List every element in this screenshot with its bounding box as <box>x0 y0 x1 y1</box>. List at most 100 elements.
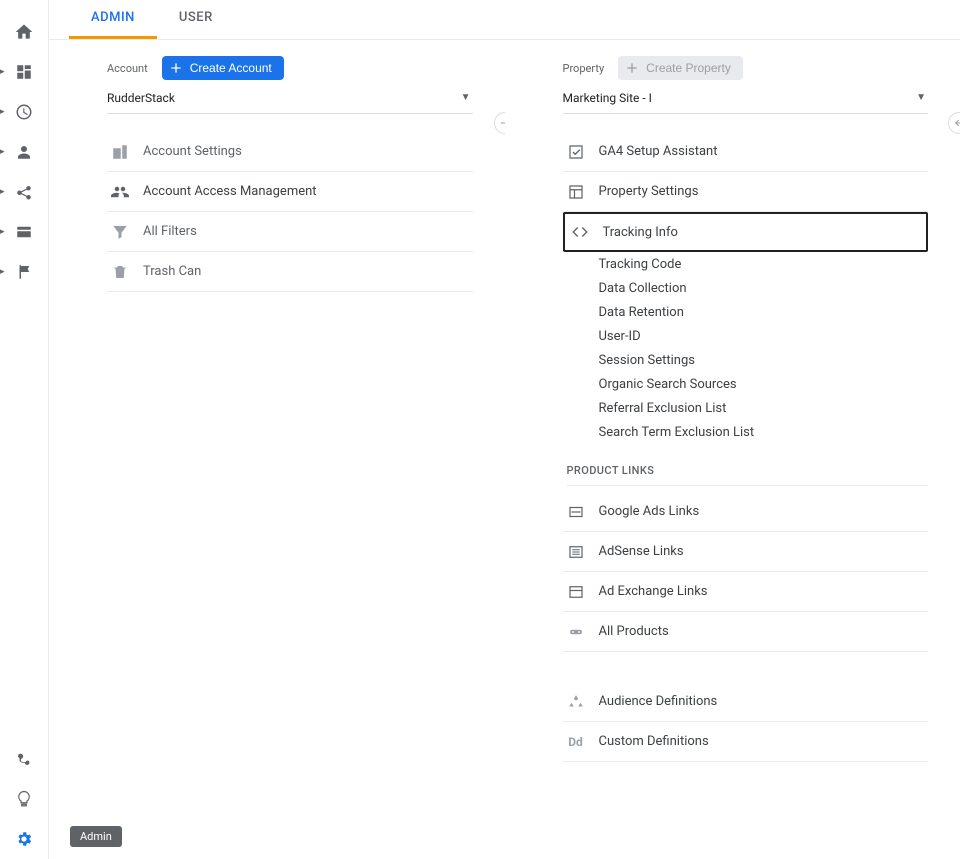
left-nav: ▸ ▸ ▸ ▸ ▸ ▸ <box>0 0 48 859</box>
tab-admin[interactable]: ADMIN <box>69 0 157 39</box>
menu-label: Trash Can <box>143 264 201 279</box>
menu-label: AdSense Links <box>599 544 684 559</box>
account-label: Account <box>107 62 148 75</box>
property-item-ga4[interactable]: GA4 Setup Assistant <box>563 132 929 172</box>
link-icon <box>567 623 585 641</box>
subitem-tracking-code[interactable]: Tracking Code <box>599 252 929 276</box>
path-icon <box>15 750 33 768</box>
caret-icon: ▸ <box>0 227 5 237</box>
menu-label: Ad Exchange Links <box>599 584 708 599</box>
building-icon <box>111 143 129 161</box>
chevron-down-icon: ▼ <box>916 92 926 103</box>
account-item-settings[interactable]: Account Settings <box>107 132 473 172</box>
menu-label: Account Access Management <box>143 184 317 199</box>
subitem-organic-search[interactable]: Organic Search Sources <box>599 372 929 396</box>
subitem-referral-exclusion[interactable]: Referral Exclusion List <box>599 396 929 420</box>
account-item-access[interactable]: Account Access Management <box>107 172 473 212</box>
property-label: Property <box>563 62 605 75</box>
property-selector[interactable]: Marketing Site - I ▼ <box>563 86 929 114</box>
nav-home[interactable] <box>8 16 40 48</box>
subitem-search-term-exclusion[interactable]: Search Term Exclusion List <box>599 420 929 444</box>
gear-icon <box>15 830 33 848</box>
bulb-icon <box>15 790 33 808</box>
nav-realtime[interactable]: ▸ <box>8 96 40 128</box>
account-item-trash[interactable]: Trash Can <box>107 252 473 292</box>
chevron-down-icon: ▼ <box>461 92 471 103</box>
menu-label: GA4 Setup Assistant <box>599 144 718 159</box>
property-item-audience-def[interactable]: Audience Definitions <box>563 682 929 722</box>
dashboard-icon <box>15 63 33 81</box>
menu-label: Tracking Info <box>603 225 678 240</box>
check-square-icon <box>567 143 585 161</box>
menu-label: Google Ads Links <box>599 504 700 519</box>
property-selector-value: Marketing Site - I <box>563 91 652 105</box>
flag-icon <box>15 263 33 281</box>
create-property-button[interactable]: Create Property <box>618 56 743 80</box>
clock-icon <box>15 103 33 121</box>
account-menu: Account Settings Account Access Manageme… <box>107 132 473 292</box>
caret-icon: ▸ <box>0 67 5 77</box>
person-icon <box>15 143 33 161</box>
subitem-data-collection[interactable]: Data Collection <box>599 276 929 300</box>
nav-admin[interactable] <box>8 823 40 855</box>
home-icon <box>14 22 34 42</box>
funnel-icon <box>111 223 129 241</box>
menu-label: Property Settings <box>599 184 699 199</box>
create-property-label: Create Property <box>646 61 731 75</box>
nav-attribution[interactable] <box>8 743 40 775</box>
adx-icon <box>567 583 585 601</box>
create-account-label: Create Account <box>190 61 272 75</box>
property-column: Property Create Property Marketing Site … <box>505 40 960 859</box>
product-links-label: PRODUCT LINKS <box>567 464 929 486</box>
property-item-adsense[interactable]: AdSense Links <box>563 532 929 572</box>
plus-icon <box>624 60 640 76</box>
caret-icon: ▸ <box>0 267 5 277</box>
trash-icon <box>111 263 129 281</box>
arrow-left-icon <box>953 117 960 129</box>
menu-label: Custom Definitions <box>599 734 709 749</box>
caret-icon: ▸ <box>0 147 5 157</box>
subitem-data-retention[interactable]: Data Retention <box>599 300 929 324</box>
dd-icon: Dd <box>567 733 585 751</box>
account-selector-value: RudderStack <box>107 91 175 105</box>
menu-label: Audience Definitions <box>599 694 718 709</box>
nav-behavior[interactable]: ▸ <box>8 216 40 248</box>
property-item-custom-def[interactable]: Dd Custom Definitions <box>563 722 929 762</box>
property-item-google-ads[interactable]: Google Ads Links <box>563 492 929 532</box>
property-item-settings[interactable]: Property Settings <box>563 172 929 212</box>
menu-label: Account Settings <box>143 144 242 159</box>
account-selector[interactable]: RudderStack ▼ <box>107 86 473 114</box>
nav-reports[interactable]: ▸ <box>8 56 40 88</box>
tracking-info-submenu: Tracking Code Data Collection Data Reten… <box>563 252 929 444</box>
admin-columns: Account Create Account RudderStack ▼ Acc… <box>49 40 960 859</box>
nav-discover[interactable] <box>8 783 40 815</box>
menu-label: All Products <box>599 624 669 639</box>
ads-icon <box>567 503 585 521</box>
tab-user[interactable]: USER <box>157 0 235 39</box>
property-menu: GA4 Setup Assistant Property Settings Tr… <box>563 132 929 762</box>
nav-conversions[interactable]: ▸ <box>8 256 40 288</box>
caret-icon: ▸ <box>0 187 5 197</box>
code-icon <box>571 223 589 241</box>
subitem-user-id[interactable]: User-ID <box>599 324 929 348</box>
property-item-all-products[interactable]: All Products <box>563 612 929 652</box>
layout-icon <box>567 183 585 201</box>
collapse-property[interactable] <box>948 112 960 134</box>
create-account-button[interactable]: Create Account <box>162 56 284 80</box>
menu-label: All Filters <box>143 224 197 239</box>
people-icon <box>111 183 129 201</box>
share-icon <box>15 183 33 201</box>
property-item-adexchange[interactable]: Ad Exchange Links <box>563 572 929 612</box>
account-column: Account Create Account RudderStack ▼ Acc… <box>49 40 505 859</box>
main-panel: ADMIN USER Account Create Account Rudder… <box>48 0 960 859</box>
nav-acquisition[interactable]: ▸ <box>8 176 40 208</box>
account-item-filters[interactable]: All Filters <box>107 212 473 252</box>
audience-icon <box>567 693 585 711</box>
subitem-session-settings[interactable]: Session Settings <box>599 348 929 372</box>
caret-icon: ▸ <box>0 107 5 117</box>
plus-icon <box>168 60 184 76</box>
property-item-tracking-info[interactable]: Tracking Info <box>563 212 929 252</box>
nav-audience[interactable]: ▸ <box>8 136 40 168</box>
list-icon <box>567 543 585 561</box>
tabs: ADMIN USER <box>49 0 960 40</box>
